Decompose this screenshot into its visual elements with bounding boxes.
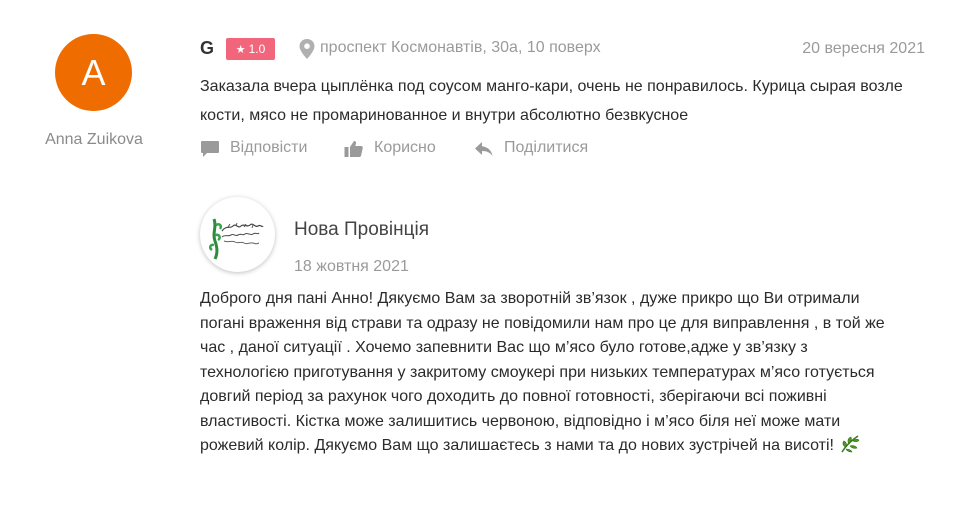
reviewer-avatar: A [55, 34, 132, 111]
review-date: 20 вересня 2021 [802, 40, 925, 57]
map-pin-icon [299, 39, 315, 59]
star-icon: ★ [235, 44, 246, 56]
review-text: Заказала вчера цыплёнка под соусом манго… [200, 78, 903, 124]
reply-date: 18 жовтня 2021 [294, 258, 409, 275]
reply-business-name[interactable]: Нова Провінція [294, 219, 429, 241]
share-icon [475, 142, 493, 156]
reviewer-name[interactable]: Anna Zuikova [30, 131, 158, 149]
thumbs-up-icon [344, 141, 363, 157]
google-source-icon: G [200, 38, 215, 58]
rating-value: 1.0 [248, 42, 266, 56]
useful-label: Корисно [374, 139, 436, 156]
review-address[interactable]: проспект Космонавтів, 30а, 10 поверх [320, 39, 601, 57]
business-logo-image [209, 218, 264, 260]
leaf-emoji-icon [841, 435, 860, 453]
reply-label: Відповісти [230, 139, 308, 156]
comment-icon [201, 141, 219, 157]
reply-text-container: Доброго дня пані Анно! Дякуємо Вам за зв… [200, 287, 900, 459]
reply-text: Доброго дня пані Анно! Дякуємо Вам за зв… [200, 290, 885, 454]
rating-badge: ★ 1.0 [226, 38, 275, 60]
review-meta: G ★ 1.0 проспект Космонавтів, 30а, 10 пов… [200, 36, 925, 62]
business-logo [200, 197, 275, 272]
share-label: Поділитися [504, 139, 589, 156]
